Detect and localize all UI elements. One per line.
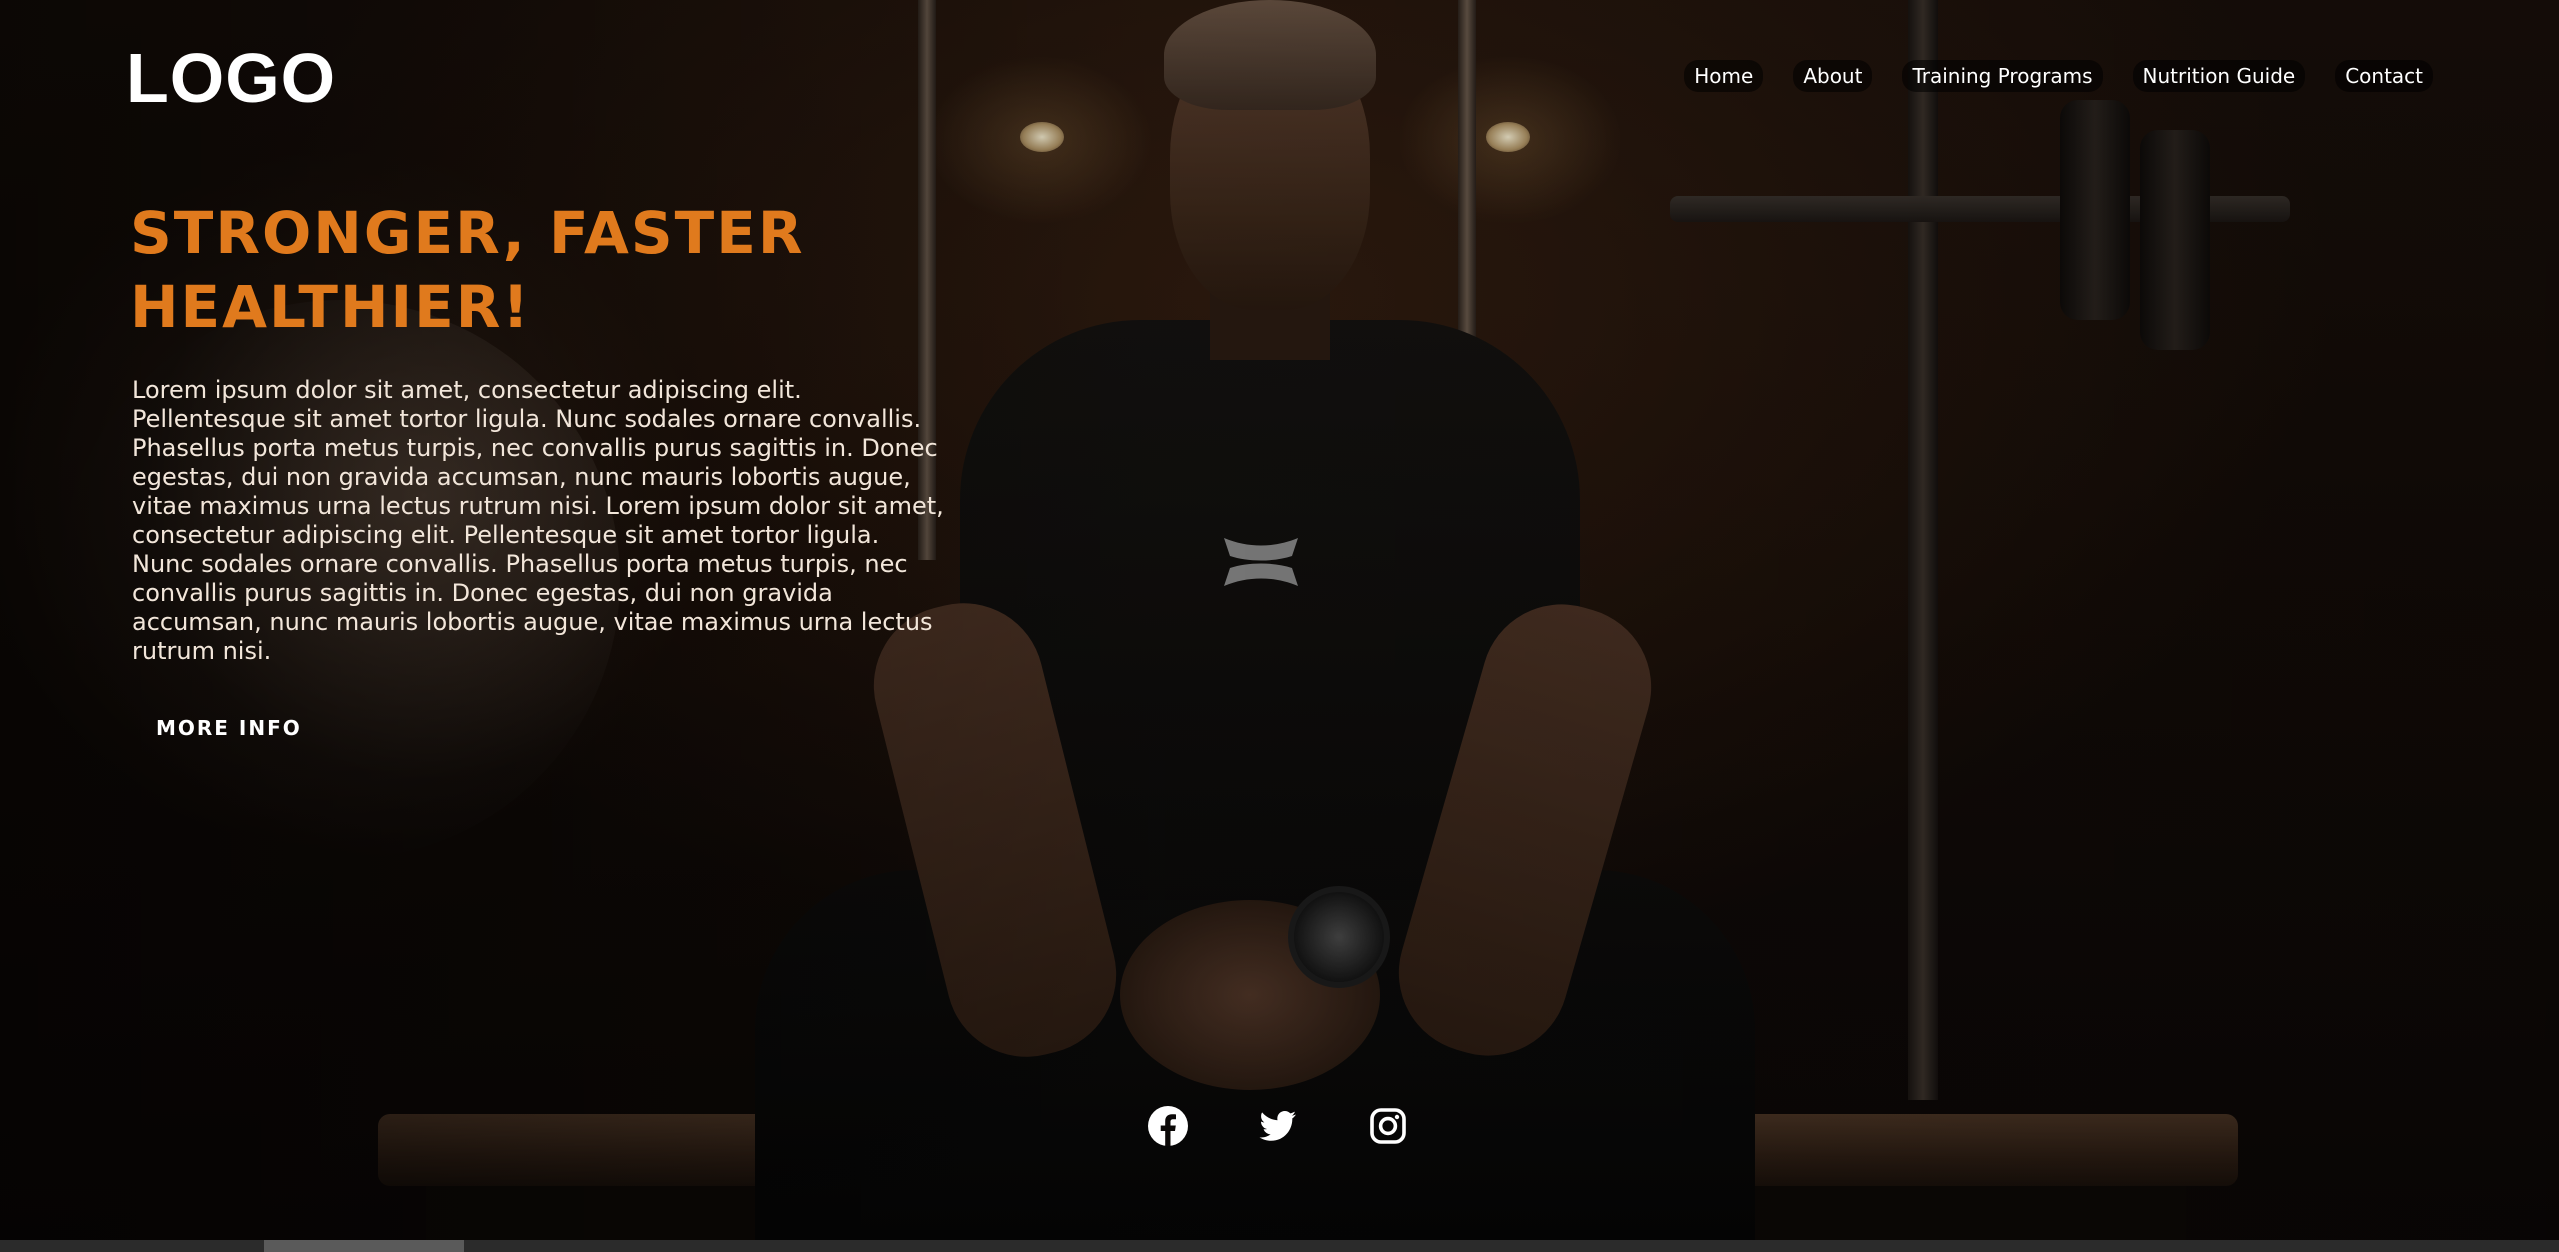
more-info-button[interactable]: MORE INFO [132, 710, 326, 746]
hero-title: STRONGER, FASTER HEALTHIER! [130, 199, 805, 341]
nav-item-about[interactable]: About [1793, 60, 1873, 92]
nav-item-contact[interactable]: Contact [2335, 60, 2433, 92]
nav-item-home[interactable]: Home [1684, 60, 1764, 92]
hero-description: Lorem ipsum dolor sit amet, consectetur … [132, 376, 944, 665]
facebook-icon[interactable] [1146, 1104, 1190, 1148]
nav-item-nutrition-guide[interactable]: Nutrition Guide [2132, 60, 2306, 92]
horizontal-scrollbar[interactable] [0, 1240, 2559, 1252]
hero-page: LOGO Home About Training Programs Nutrit… [0, 0, 2559, 1252]
site-logo[interactable]: LOGO [126, 38, 336, 118]
instagram-icon[interactable] [1366, 1104, 1410, 1148]
main-nav: Home About Training Programs Nutrition G… [1684, 60, 2433, 92]
nav-item-training-programs[interactable]: Training Programs [1902, 60, 2103, 92]
scrollbar-thumb[interactable] [264, 1240, 464, 1252]
twitter-icon[interactable] [1256, 1104, 1300, 1148]
social-links [1146, 1104, 1410, 1148]
